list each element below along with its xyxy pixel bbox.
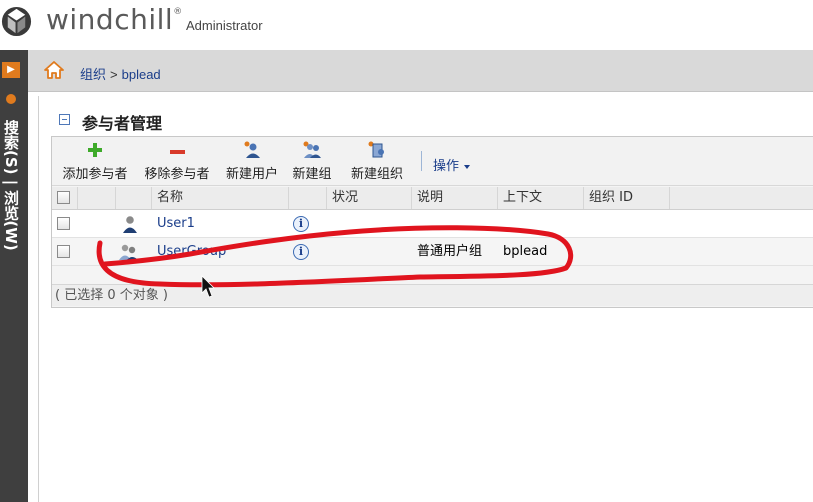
home-icon[interactable] [44,61,64,79]
windchill-page: windchill® Administrator ▶ 搜索(S) | 浏览(W)… [0,0,813,502]
breadcrumb: 组织 > bplead [80,64,161,83]
main-content: 参与者管理 添加参与者 移除参与者 新建用户 新建组 新建组织 操作 名称 状况… [38,96,813,502]
info-icon[interactable]: i [293,244,309,260]
row-checkbox[interactable] [57,217,70,230]
row-checkbox[interactable] [57,245,70,258]
table-row[interactable]: UserGroup i 普通用户组 bplead [52,238,813,266]
group-icon [119,244,139,261]
breadcrumb-item-bplead[interactable]: bplead [122,67,161,82]
selection-status: ( 已选择 0 个对象 ) [52,284,813,306]
remove-participant-button[interactable]: 移除参与者 [140,141,214,185]
new-group-button[interactable]: 新建组 [288,141,336,185]
actions-menu-label: 操作 [433,159,460,174]
search-browse-tab[interactable]: 搜索(S) | 浏览(W) [0,120,22,300]
column-description[interactable]: 说明 [412,187,498,209]
new-user-label: 新建用户 [225,167,278,182]
windchill-logo-icon[interactable] [0,5,33,38]
add-participant-label: 添加参与者 [62,167,128,182]
column-status[interactable]: 状况 [327,187,412,209]
breadcrumb-bar: 组织 > bplead [28,50,813,92]
pin-icon[interactable] [6,94,16,104]
participants-table: 添加参与者 移除参与者 新建用户 新建组 新建组织 操作 名称 状况 说明 上下… [51,136,813,308]
table-row[interactable]: User1 i [52,210,813,238]
add-participant-button[interactable]: 添加参与者 [58,141,132,185]
current-user[interactable]: Administrator [186,18,263,33]
table-header: 名称 状况 说明 上下文 组织 ID [52,187,813,210]
remove-icon [168,141,186,159]
info-column [289,187,327,209]
collapse-icon[interactable] [59,114,70,125]
new-user-button[interactable]: 新建用户 [222,141,282,185]
info-icon[interactable]: i [293,216,309,232]
breadcrumb-separator: > [110,67,118,82]
breadcrumb-item-org[interactable]: 组织 [80,67,106,82]
navigator-expand-icon[interactable]: ▶ [2,62,20,78]
remove-participant-label: 移除参与者 [144,167,210,182]
app-header: windchill® Administrator [0,0,813,46]
new-group-icon [303,141,321,158]
new-user-icon [244,141,260,158]
new-organization-icon [368,141,384,158]
user-icon [123,216,137,233]
actions-menu[interactable]: 操作 [433,155,471,174]
column-org-id[interactable]: 组织 ID [584,187,670,209]
table-toolbar: 添加参与者 移除参与者 新建用户 新建组 新建组织 操作 [52,137,813,186]
toolbar-divider [421,151,422,171]
new-organization-button[interactable]: 新建组织 [342,141,412,185]
add-icon [86,141,104,159]
select-all-checkbox[interactable] [57,191,70,204]
select-all-column [52,187,78,209]
left-navigator: ▶ 搜索(S) | 浏览(W) [0,50,28,502]
column-context[interactable]: 上下文 [498,187,584,209]
column-name[interactable]: 名称 [152,187,289,209]
participant-name-link[interactable]: UserGroup [157,238,226,266]
blank-column [78,187,116,209]
type-icon-column [116,187,152,209]
panel-title: 参与者管理 [82,114,163,133]
new-group-label: 新建组 [292,167,332,182]
context-cell: bplead [503,244,548,259]
brand-name: windchill® [46,3,183,36]
participant-name-link[interactable]: User1 [157,210,195,238]
chevron-down-icon [464,164,471,169]
new-organization-label: 新建组织 [350,167,403,182]
description-cell: 普通用户组 [417,244,483,259]
